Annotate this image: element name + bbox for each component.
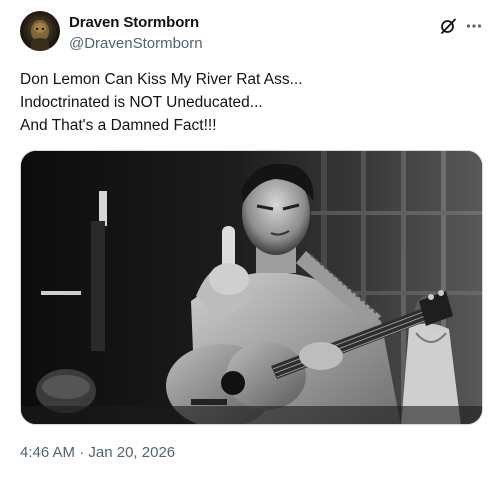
author-name[interactable]: Draven Stormborn [69,14,199,31]
grok-button[interactable] [437,15,459,37]
timestamp-date: Jan 20, 2026 [88,444,176,461]
author-avatar[interactable] [20,11,60,51]
post-text-line: And That's a Damned Fact!!! [20,117,217,134]
post-text-line: Don Lemon Can Kiss My River Rat Ass... [20,71,303,88]
photo-illustration [21,151,482,424]
post-card: Draven Stormborn @DravenStormborn Don Le… [0,0,500,483]
avatar-image [20,11,60,51]
post-text: Don Lemon Can Kiss My River Rat Ass... I… [20,68,480,137]
post-timestamp[interactable]: 4:46 AM · Jan 20, 2026 [20,444,175,461]
more-horizontal-icon [466,24,482,28]
grok-icon [441,18,456,34]
post-media-photo[interactable] [20,150,483,425]
timestamp-separator: · [79,444,85,461]
author-handle[interactable]: @DravenStormborn [69,35,203,52]
post-text-line: Indoctrinated is NOT Uneducated... [20,94,263,111]
more-options-button[interactable] [463,15,485,37]
timestamp-time: 4:46 AM [20,444,76,461]
